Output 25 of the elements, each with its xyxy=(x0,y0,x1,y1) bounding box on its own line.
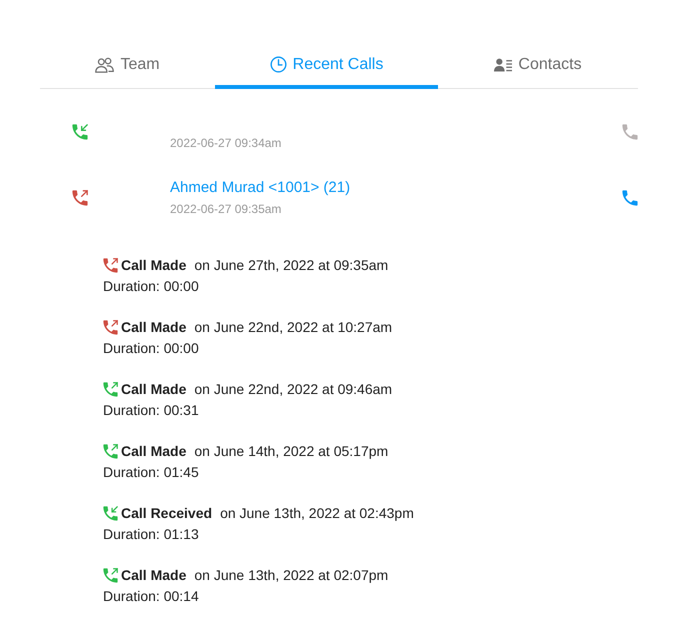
call-button[interactable] xyxy=(622,124,638,140)
call-button[interactable] xyxy=(622,190,638,206)
clock-icon xyxy=(270,56,287,73)
phone-icon xyxy=(622,124,638,140)
tab[interactable]: Team xyxy=(40,44,215,89)
phone-icon xyxy=(622,190,638,206)
call-history-text: Call Made on June 13th, 2022 at 02:07pm xyxy=(121,566,388,585)
call-duration: Duration: 00:00 xyxy=(103,339,199,358)
call-duration: Duration: 00:31 xyxy=(103,401,199,420)
call-history-text: Call Made on June 22nd, 2022 at 10:27am xyxy=(121,318,392,337)
contact-card-icon xyxy=(494,58,512,72)
call-history-text: Call Made on June 14th, 2022 at 05:17pm xyxy=(121,442,388,461)
call-time: 2022-06-27 09:35am xyxy=(170,201,282,218)
call-duration: Duration: 00:00 xyxy=(103,277,199,296)
contact-name-link[interactable]: Ahmed Murad <1001> (21) xyxy=(170,177,350,199)
call-history-text: Call Made on June 22nd, 2022 at 09:46am xyxy=(121,380,392,399)
tab[interactable]: Contacts xyxy=(438,44,638,89)
call-duration: Duration: 00:14 xyxy=(103,587,199,606)
team-icon xyxy=(95,56,114,72)
call-time: 2022-06-27 09:34am xyxy=(170,135,282,152)
call-history-text: Call Received on June 13th, 2022 at 02:43pm xyxy=(121,504,414,523)
call-duration: Duration: 01:13 xyxy=(103,525,199,544)
tab[interactable]: Recent Calls xyxy=(215,44,438,89)
call-history-text: Call Made on June 27th, 2022 at 09:35am xyxy=(121,256,388,275)
call-duration: Duration: 01:45 xyxy=(103,463,199,482)
